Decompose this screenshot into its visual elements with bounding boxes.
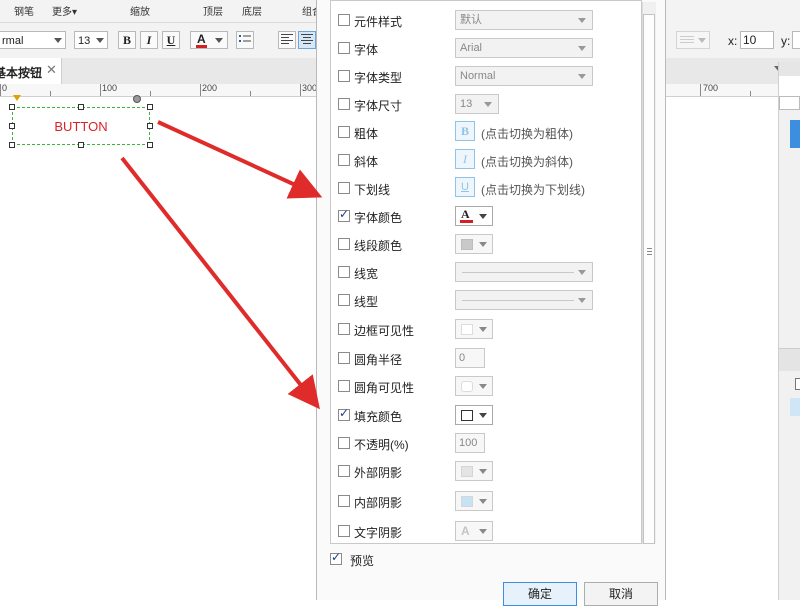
arrow-to-font-color [157,120,323,199]
annotation-arrows [120,120,323,410]
arrow-to-fill-color [120,156,320,410]
